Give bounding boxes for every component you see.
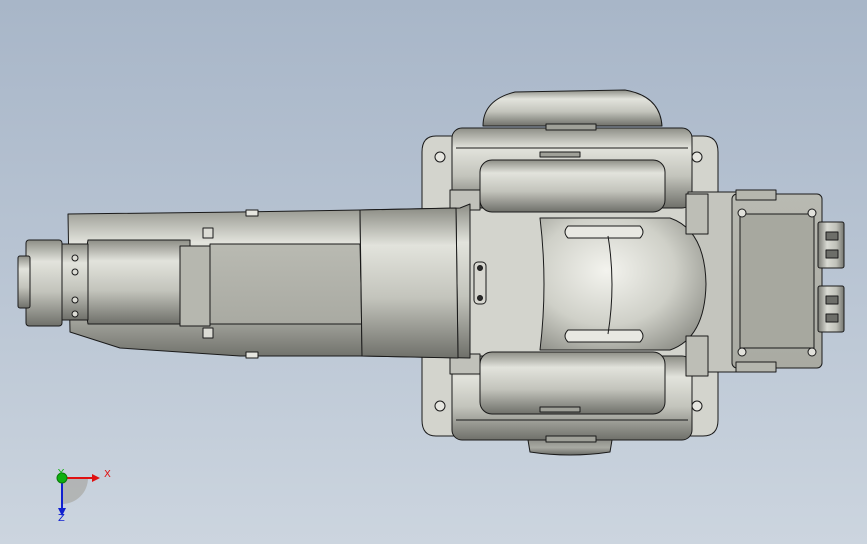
lower-drum xyxy=(451,351,693,443)
connector-housing xyxy=(687,189,845,373)
y-axis-label: Y xyxy=(58,468,65,479)
joint-ring-top xyxy=(685,193,709,235)
joint-ring-bottom xyxy=(685,335,709,377)
x-axis-label: X xyxy=(104,469,111,480)
shoulder-dome xyxy=(539,217,707,351)
z-axis-label: Z xyxy=(58,513,65,524)
triad-graphic xyxy=(56,472,100,516)
wrist-flange xyxy=(17,239,63,327)
robot-arm-model[interactable] xyxy=(0,0,867,544)
coordinate-triad: X Y Z xyxy=(44,462,124,532)
top-handle xyxy=(482,89,663,127)
graphics-viewport[interactable]: X Y Z xyxy=(0,0,867,544)
upper-drum xyxy=(451,123,693,213)
elbow-drum xyxy=(59,239,211,327)
